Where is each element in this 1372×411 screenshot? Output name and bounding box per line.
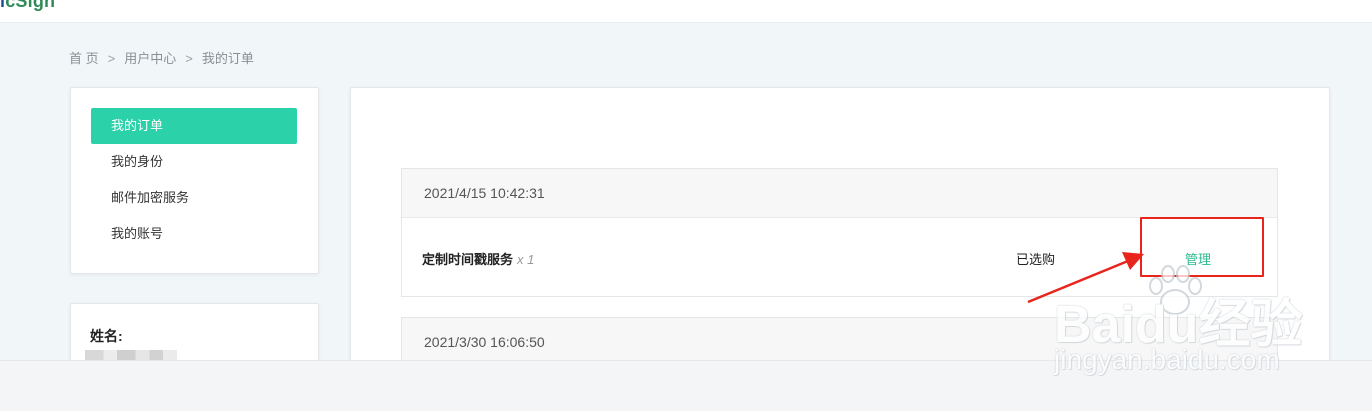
annotation-arrow-icon: [1027, 252, 1144, 304]
sidebar-item-my-identity[interactable]: 我的身份: [91, 144, 297, 180]
site-logo[interactable]: icSign: [0, 0, 55, 12]
sidebar-menu: 我的订单 我的身份 邮件加密服务 我的账号: [70, 87, 319, 274]
sidebar-item-my-orders[interactable]: 我的订单: [91, 108, 297, 144]
breadcrumb-current: 我的订单: [201, 51, 254, 66]
breadcrumb-home[interactable]: 首 页: [69, 51, 99, 66]
sidebar-item-my-account[interactable]: 我的账号: [91, 216, 297, 252]
product-name: 定制时间戳服务 x 1: [422, 249, 534, 268]
breadcrumb-user-center[interactable]: 用户中心: [124, 51, 176, 66]
breadcrumb-separator: >: [107, 51, 116, 66]
product-title: 定制时间戳服务: [422, 252, 514, 267]
annotation-highlight-box: [1140, 217, 1264, 277]
sidebar-item-email-encryption[interactable]: 邮件加密服务: [91, 180, 297, 216]
breadcrumb-separator: >: [185, 51, 193, 66]
logo-text: cSign: [5, 0, 56, 11]
product-quantity: x 1: [517, 252, 535, 267]
name-label: 姓名:: [90, 328, 123, 344]
footer: [0, 360, 1372, 411]
order-timestamp: 2021/4/15 10:42:31: [402, 169, 1277, 218]
top-bar: icSign: [0, 0, 1372, 23]
breadcrumb: 首 页 > 用户中心 > 我的订单: [69, 48, 254, 67]
